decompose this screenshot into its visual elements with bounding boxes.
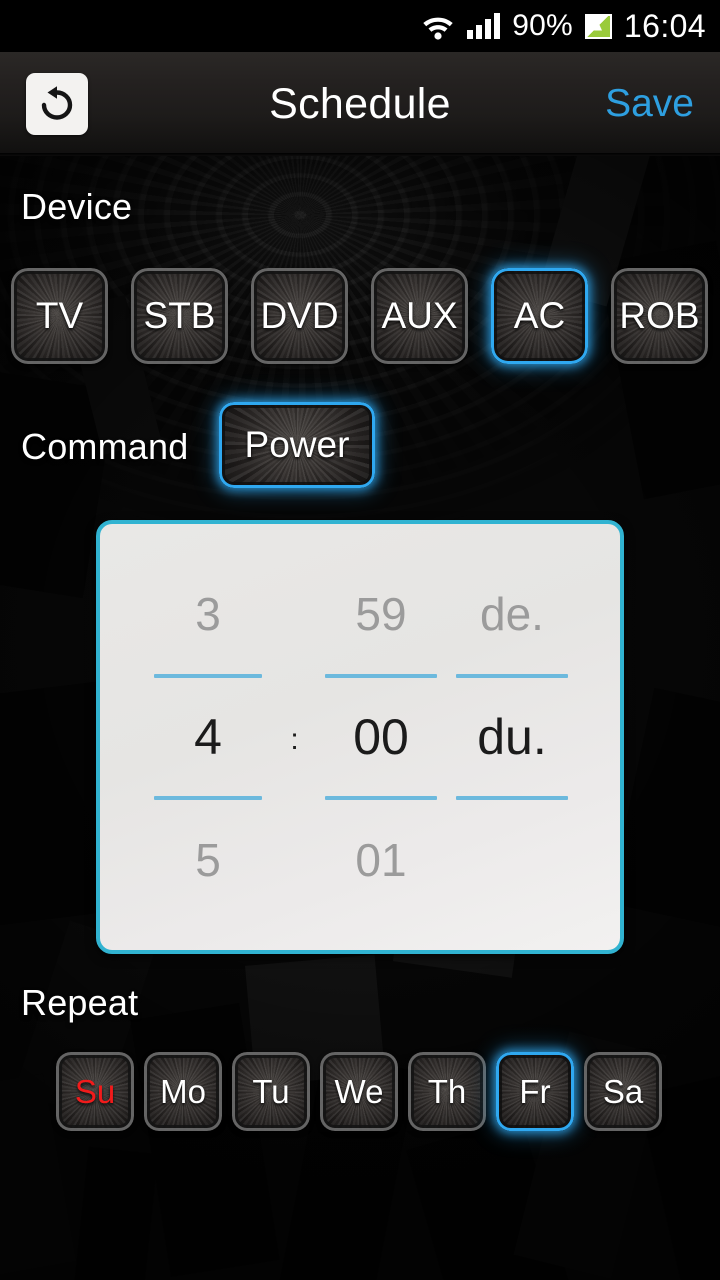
hour-current-value[interactable]: 4 — [143, 678, 274, 796]
device-button-ac[interactable]: AC — [491, 268, 588, 364]
command-section-label: Command — [21, 426, 189, 467]
time-picker-ampm-column[interactable]: de. du. — [447, 524, 578, 950]
device-button-aux[interactable]: AUX — [371, 268, 468, 364]
repeat-day-label: Mo — [160, 1072, 206, 1110]
device-button-rob[interactable]: ROB — [611, 268, 708, 364]
time-separator: : — [290, 723, 299, 756]
device-section-label: Device — [21, 186, 133, 227]
minute-next-value[interactable]: 01 — [316, 800, 447, 920]
repeat-section-label: Repeat — [21, 982, 139, 1023]
repeat-day-tu[interactable]: Tu — [232, 1052, 310, 1131]
device-button-label: TV — [35, 295, 84, 336]
repeat-day-mo[interactable]: Mo — [144, 1052, 222, 1131]
repeat-day-label: Th — [427, 1072, 467, 1110]
time-picker-minute-column[interactable]: 59 00 01 — [316, 524, 447, 950]
command-button-power[interactable]: Power — [219, 402, 375, 488]
device-button-label: STB — [143, 295, 216, 336]
repeat-day-th[interactable]: Th — [408, 1052, 486, 1131]
schedule-form: Device TV STB DVD AUX AC ROB Command Pow… — [0, 159, 720, 1280]
minute-previous-value[interactable]: 59 — [316, 554, 447, 674]
repeat-day-sa[interactable]: Sa — [584, 1052, 662, 1131]
ampm-previous-value[interactable]: de. — [447, 554, 578, 674]
hour-previous-value[interactable]: 3 — [143, 554, 274, 674]
time-picker-hour-column[interactable]: 3 4 5 — [143, 524, 274, 950]
device-button-tv[interactable]: TV — [11, 268, 108, 364]
wifi-icon — [421, 12, 455, 40]
ampm-current-value[interactable]: du. — [447, 678, 578, 796]
status-bar-clock: 16:04 — [623, 7, 706, 44]
save-button[interactable]: Save — [605, 82, 694, 126]
repeat-day-label: Tu — [252, 1072, 290, 1110]
repeat-day-we[interactable]: We — [320, 1052, 398, 1131]
device-button-label: AUX — [381, 295, 458, 336]
ampm-next-value[interactable] — [447, 800, 578, 920]
device-button-dvd[interactable]: DVD — [251, 268, 348, 364]
time-picker[interactable]: 3 4 5 : 59 00 01 de. du. — [96, 520, 624, 954]
app-screen: 90% 16:04 Schedule Save Device TV STB DV… — [0, 0, 720, 1280]
device-button-label: ROB — [619, 295, 700, 336]
device-button-label: AC — [513, 295, 566, 336]
battery-charging-icon — [584, 13, 612, 39]
status-bar: 90% 16:04 — [0, 0, 720, 52]
device-button-stb[interactable]: STB — [131, 268, 228, 364]
cellular-signal-icon — [467, 13, 501, 39]
repeat-day-label: Fr — [519, 1072, 551, 1110]
action-bar: Schedule Save — [0, 52, 720, 156]
device-button-label: DVD — [260, 295, 339, 336]
undo-arrow-icon — [41, 86, 73, 120]
repeat-day-su[interactable]: Su — [56, 1052, 134, 1131]
repeat-day-label: We — [334, 1072, 384, 1110]
repeat-day-label: Sa — [602, 1072, 644, 1110]
hour-next-value[interactable]: 5 — [143, 800, 274, 920]
repeat-day-fr[interactable]: Fr — [496, 1052, 574, 1131]
back-button[interactable] — [26, 73, 88, 135]
minute-current-value[interactable]: 00 — [316, 678, 447, 796]
device-button-row: TV STB DVD AUX AC ROB — [11, 268, 708, 364]
repeat-day-row: Su Mo Tu We Th Fr Sa — [56, 1052, 662, 1131]
repeat-day-label: Su — [74, 1072, 116, 1110]
command-button-label: Power — [244, 424, 350, 465]
battery-percent-label: 90% — [512, 9, 573, 42]
